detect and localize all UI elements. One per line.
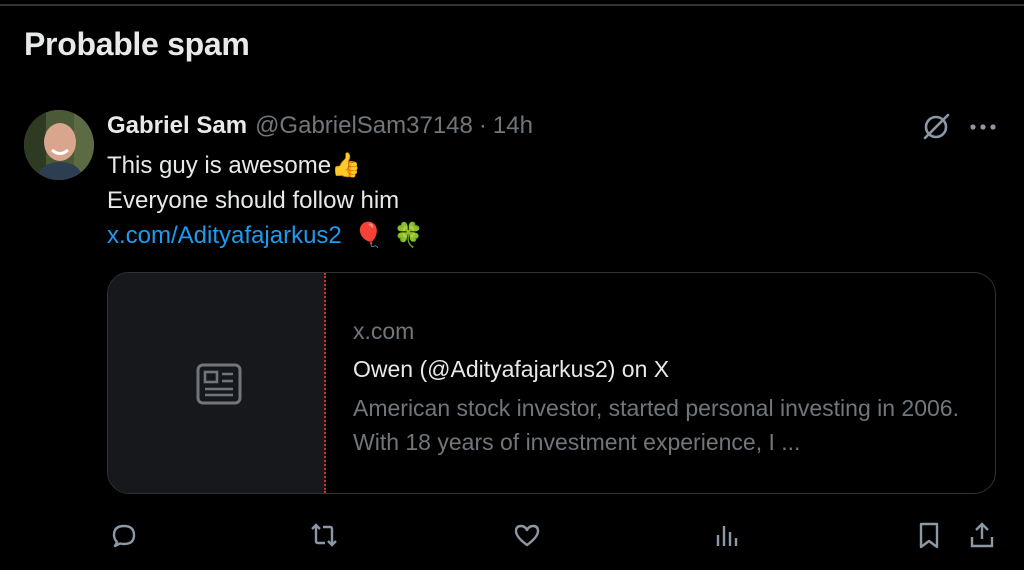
separator-dot: ·: [478, 112, 487, 139]
reply-icon: [112, 524, 136, 548]
post-text-line: x.com/Adityafajarkus2 🎈 🍀: [107, 218, 907, 253]
post-timestamp[interactable]: 14h: [493, 112, 533, 140]
share-icon: [970, 522, 994, 548]
more-icon[interactable]: [966, 110, 1000, 144]
author-name[interactable]: Gabriel Sam: [107, 112, 247, 140]
repost-button[interactable]: [307, 515, 341, 555]
card-title: Owen (@Adityafajarkus2) on X: [353, 356, 670, 382]
card-thumbnail: [108, 273, 326, 493]
like-button[interactable]: [510, 515, 544, 555]
card-text: x.com Owen (@Adityafajarkus2) on X Ameri…: [353, 315, 973, 459]
repost-icon: [311, 523, 337, 547]
like-icon: [514, 524, 540, 547]
post-text-line-1: This guy is awesome: [107, 152, 332, 179]
bookmark-button[interactable]: [912, 515, 946, 555]
views-button[interactable]: [710, 515, 744, 555]
post-actions: [107, 515, 1001, 555]
card-description: American stock investor, started persona…: [353, 395, 959, 455]
grok-icon[interactable]: [920, 110, 954, 144]
article-icon: [196, 363, 242, 405]
share-button[interactable]: [965, 515, 999, 555]
avatar[interactable]: [24, 110, 94, 180]
post-text-line-2: Everyone should follow him: [107, 187, 400, 214]
author-handle[interactable]: @GabrielSam37148: [255, 112, 473, 140]
views-icon: [716, 526, 738, 546]
post-text-line: This guy is awesome 👍: [107, 148, 907, 183]
reply-button[interactable]: [107, 515, 141, 555]
post-text: This guy is awesome 👍 Everyone should fol…: [107, 148, 907, 253]
probable-spam-section: Probable spam Gabriel Sam @GabrielSam371…: [0, 0, 1024, 570]
clover-emoji: 🍀: [393, 222, 424, 249]
section-title: Probable spam: [24, 26, 250, 62]
balloon-emoji: 🎈: [353, 222, 384, 249]
post-link[interactable]: x.com/Adityafajarkus2: [107, 218, 342, 253]
top-divider: [0, 4, 1024, 6]
card-divider: [324, 273, 326, 493]
link-preview-card[interactable]: x.com Owen (@Adityafajarkus2) on X Ameri…: [107, 272, 996, 494]
card-domain: x.com: [353, 318, 415, 344]
post-header: Gabriel Sam @GabrielSam37148 · 14h: [107, 112, 533, 142]
thumbs-up-emoji: 👍: [331, 152, 361, 179]
bookmark-icon: [919, 522, 939, 549]
post-text-line: Everyone should follow him: [107, 183, 907, 218]
